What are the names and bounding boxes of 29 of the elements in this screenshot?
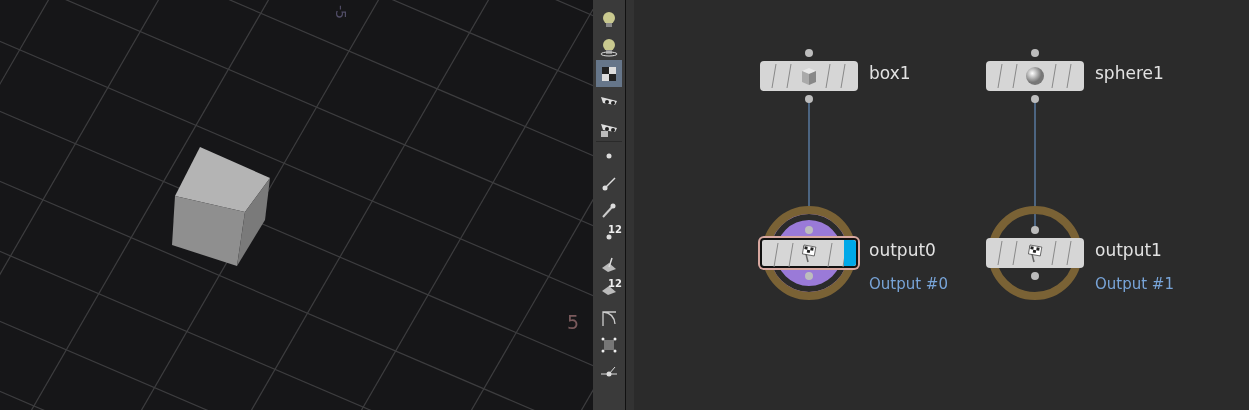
input-connector[interactable] xyxy=(805,49,813,57)
node-tile[interactable] xyxy=(986,61,1084,91)
tool-icon xyxy=(602,286,616,295)
node-tile[interactable] xyxy=(760,238,858,268)
node-name: box1 xyxy=(869,63,911,83)
tool-icon xyxy=(599,36,619,57)
node-name: output0 xyxy=(869,240,936,260)
tool-button[interactable]: 12 xyxy=(596,223,622,250)
input-connector[interactable] xyxy=(1031,49,1039,57)
output-connector[interactable] xyxy=(805,95,813,103)
node-name: output1 xyxy=(1095,240,1162,260)
axis-label: -5 xyxy=(333,5,349,19)
count-label: 12 xyxy=(608,278,622,289)
output-connector[interactable] xyxy=(1031,95,1039,103)
tool-button[interactable]: 12 xyxy=(596,277,622,304)
input-connector[interactable] xyxy=(805,226,813,234)
axis-label: 5 xyxy=(567,311,580,333)
node-tile[interactable] xyxy=(760,61,858,91)
node-comment: Output #0 xyxy=(869,275,948,293)
node-comment: Output #1 xyxy=(1095,275,1174,293)
input-connector[interactable] xyxy=(1031,226,1039,234)
tool-button[interactable] xyxy=(596,60,622,87)
tool-icon xyxy=(606,152,612,159)
tool-icon xyxy=(606,233,612,240)
node-name: sphere1 xyxy=(1095,63,1164,83)
count-label: 12 xyxy=(608,224,622,235)
node-tile[interactable] xyxy=(986,238,1084,268)
sphere-icon xyxy=(1024,65,1046,87)
output-connector[interactable] xyxy=(1031,272,1039,280)
